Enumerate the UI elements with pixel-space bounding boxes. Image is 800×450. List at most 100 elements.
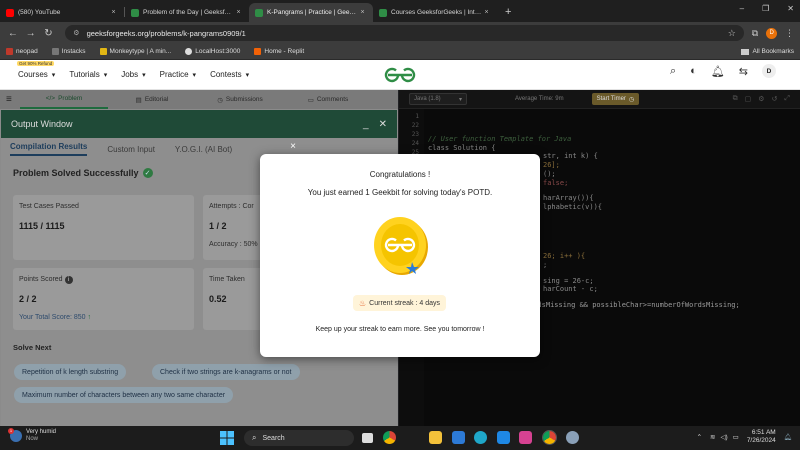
browser-tab-kpangrams[interactable]: K-Pangrams | Practice | GeeksforG... ×: [249, 3, 373, 22]
points-card: Points Scored i 2 / 2 Your Total Score: …: [13, 268, 194, 330]
nav-tutorials[interactable]: Tutorials ▾: [69, 70, 107, 79]
tab-editorial[interactable]: ▤ Editorial: [108, 90, 196, 109]
tab-custom-input[interactable]: Custom Input: [107, 145, 155, 154]
tab-problem[interactable]: </> Problem: [20, 90, 108, 109]
menu-kebab-icon[interactable]: ⋮: [785, 28, 794, 39]
volume-icon[interactable]: ◁): [720, 433, 727, 441]
browser-tab-courses[interactable]: Courses GeeksforGeeks | Interac... ×: [373, 3, 497, 22]
close-modal-button[interactable]: ×: [287, 141, 299, 153]
close-tab-icon[interactable]: ×: [482, 9, 491, 16]
close-tab-icon[interactable]: ×: [358, 9, 367, 16]
close-panel-icon[interactable]: ✕: [379, 119, 387, 130]
minimize-panel-icon[interactable]: _: [363, 119, 369, 130]
all-bookmarks-button[interactable]: All Bookmarks: [741, 48, 794, 55]
minimize-icon[interactable]: –: [740, 4, 744, 13]
code-line[interactable]: harArray()){: [543, 194, 594, 202]
code-line[interactable]: ordsMissing && possibleChar>=numberOfWor…: [529, 301, 740, 309]
user-avatar[interactable]: D: [762, 64, 776, 78]
reload-icon[interactable]: ↻: [42, 28, 56, 39]
battery-icon[interactable]: ▭: [733, 433, 739, 441]
language-select[interactable]: Java (1.8) ▾: [409, 93, 467, 105]
search-icon[interactable]: ⌕: [670, 65, 676, 78]
nav-courses[interactable]: Get 90% Refund Courses ▾: [17, 61, 55, 79]
task-view-icon[interactable]: [362, 433, 373, 443]
fullscreen-icon[interactable]: ▢: [745, 95, 752, 103]
notification-bell-icon[interactable]: 🔔︎: [711, 65, 725, 78]
close-tab-icon[interactable]: ×: [109, 9, 118, 16]
close-window-icon[interactable]: ✕: [787, 4, 794, 13]
bookmark-replit[interactable]: Home - Replit: [254, 48, 304, 55]
hamburger-menu-icon[interactable]: ≡: [6, 94, 20, 105]
bookmark-localhost[interactable]: LocalHost:3000: [185, 48, 240, 55]
nav-label: Tutorials: [69, 70, 100, 79]
copy-icon[interactable]: ⧉: [733, 95, 738, 103]
tab-compilation-results[interactable]: Compilation Results: [10, 142, 88, 156]
chrome-profile-icon[interactable]: [543, 431, 556, 444]
start-timer-button[interactable]: Start Timer ◷: [591, 93, 640, 105]
bookmark-neopad[interactable]: neopad: [6, 48, 38, 55]
nav-contests[interactable]: Contests ▾: [210, 70, 249, 79]
expand-icon[interactable]: ⤢: [784, 95, 790, 103]
code-line[interactable]: str, int k) {: [543, 152, 598, 160]
close-tab-icon[interactable]: ×: [234, 9, 243, 16]
bookmark-label: Home - Replit: [264, 48, 305, 55]
reset-icon[interactable]: ↺: [772, 95, 778, 103]
forward-icon[interactable]: →: [24, 28, 38, 39]
weather-widget[interactable]: 1 Very humid Now: [8, 428, 56, 443]
wifi-icon[interactable]: ≋: [710, 433, 715, 441]
settings-icon[interactable]: ⚙: [758, 95, 764, 103]
taskbar-search[interactable]: ⌕ Search: [244, 430, 354, 446]
all-bookmarks-label: All Bookmarks: [752, 48, 794, 55]
solve-next-link[interactable]: Maximum number of characters between any…: [14, 387, 234, 403]
vscode-icon[interactable]: [497, 431, 510, 444]
solve-next-link[interactable]: Check if two strings are k-anagrams or n…: [152, 364, 300, 380]
edge-icon[interactable]: [474, 431, 487, 444]
timer-icon: ◷: [628, 96, 635, 103]
translate-icon[interactable]: ⇆: [739, 65, 748, 78]
code-line[interactable]: ();: [543, 170, 556, 178]
intellij-icon[interactable]: [519, 431, 532, 444]
code-line[interactable]: 26];: [543, 161, 560, 169]
bookmark-monkeytype[interactable]: Monkeytype | A min...: [99, 48, 171, 55]
dark-mode-icon[interactable]: ◐: [690, 65, 697, 77]
browser-tab-youtube[interactable]: (580) YouTube ×: [0, 3, 124, 22]
notifications-icon[interactable]: 🔔︎: [784, 433, 792, 441]
info-icon[interactable]: i: [64, 276, 73, 284]
file-explorer-icon[interactable]: [429, 431, 442, 444]
nav-practice[interactable]: Practice ▾: [160, 70, 196, 79]
new-tab-button[interactable]: +: [497, 6, 519, 22]
chevron-down-icon: ▾: [192, 71, 197, 79]
maximize-icon[interactable]: ❐: [762, 4, 769, 13]
extensions-icon[interactable]: ⧉: [752, 28, 758, 39]
gfg-logo[interactable]: [384, 66, 416, 84]
store-icon[interactable]: [452, 431, 465, 444]
code-line[interactable]: class Solution {: [428, 144, 495, 152]
tab-yogi-ai-bot[interactable]: Y.O.G.I. (AI Bot): [175, 145, 232, 154]
code-line[interactable]: false;: [543, 179, 568, 187]
bookmark-instacks[interactable]: Instacks: [51, 48, 86, 55]
browser-tab-potd[interactable]: Problem of the Day | GeeksforG... ×: [125, 3, 249, 22]
tab-comments[interactable]: ▭ Comments: [284, 90, 372, 109]
site-info-icon[interactable]: ⚙: [73, 29, 79, 37]
code-line[interactable]: 26; i++ ){: [543, 252, 585, 260]
chevron-up-icon[interactable]: ⌃: [697, 433, 702, 441]
code-line[interactable]: sing = 26-c;: [543, 277, 594, 285]
code-line[interactable]: // User function Template for Java: [428, 135, 571, 143]
code-line[interactable]: ;: [543, 261, 547, 269]
url-field[interactable]: ⚙ geeksforgeeks.org/problems/k-pangrams0…: [65, 25, 744, 41]
code-line[interactable]: lphabetic(v)){: [543, 203, 602, 211]
search-icon: ⌕: [252, 433, 257, 442]
settings-gear-icon[interactable]: [566, 431, 579, 444]
back-icon[interactable]: ←: [6, 28, 20, 39]
windows-start-icon[interactable]: [220, 431, 234, 445]
bookmark-star-icon[interactable]: ☆: [728, 28, 736, 39]
geekbit-coin-icon: [374, 217, 428, 275]
code-line[interactable]: harCount - c;: [543, 285, 598, 293]
solve-next-link[interactable]: Repetition of k length substring: [14, 364, 127, 380]
tab-submissions[interactable]: ◷ Submissions: [196, 90, 284, 109]
line-number: 23: [411, 131, 419, 138]
nav-jobs[interactable]: Jobs ▾: [121, 70, 145, 79]
profile-avatar[interactable]: D: [766, 27, 778, 39]
chrome-icon[interactable]: [383, 431, 396, 444]
clock[interactable]: 6:51 AM 7/26/2024: [747, 429, 776, 445]
